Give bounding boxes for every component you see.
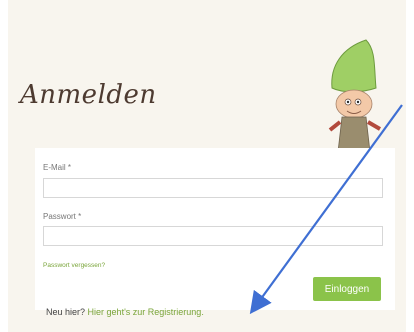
forgot-password-link[interactable]: Passwort vergessen?	[43, 262, 105, 269]
new-here-text: Neu hier?	[46, 307, 86, 317]
register-prompt: Neu hier? Hier geht's zur Registrierung.	[46, 307, 204, 317]
email-label: E-Mail *	[43, 163, 72, 172]
page-title: Anmelden	[20, 80, 157, 110]
register-link[interactable]: Hier geht's zur Registrierung.	[88, 307, 204, 317]
password-label: Passwort *	[43, 212, 82, 221]
gnome-mascot-icon	[328, 39, 382, 152]
password-field[interactable]	[43, 226, 383, 246]
login-button[interactable]: Einloggen	[313, 277, 381, 301]
email-field[interactable]	[43, 178, 383, 198]
